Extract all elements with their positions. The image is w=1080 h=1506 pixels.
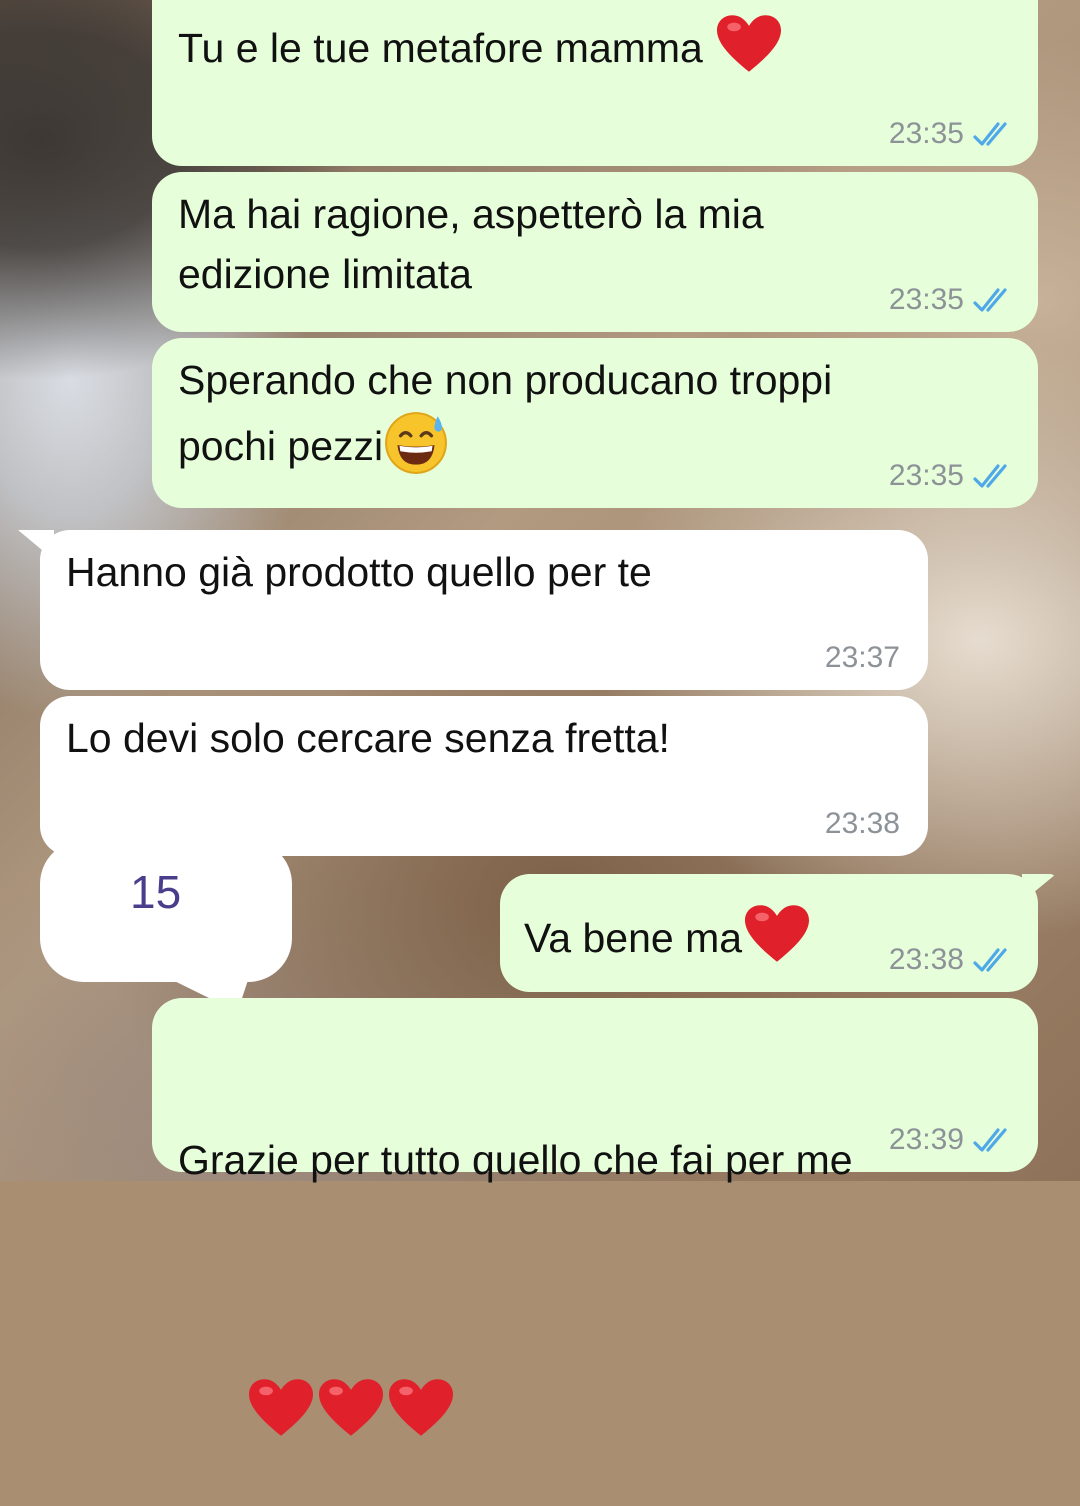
message-meta: 23:35	[889, 116, 1016, 152]
message-outgoing[interactable]: Ma hai ragione, aspetterò la mia edizion…	[152, 172, 1038, 332]
emoji-row	[178, 1316, 853, 1436]
timestamp: 23:35	[888, 117, 964, 150]
message-text: Hanno già prodotto quello per te	[66, 549, 652, 595]
red-heart-icon	[745, 905, 810, 962]
message-text: Grazie per tutto quello che fai per me	[178, 1137, 853, 1183]
timestamp: 23:38	[824, 807, 900, 840]
read-ticks-icon	[973, 464, 1007, 488]
message-text: Ma hai ragione, aspetterò la mia edizion…	[178, 191, 764, 297]
read-ticks-icon	[973, 288, 1007, 312]
read-ticks-icon	[973, 948, 1007, 972]
message-text: Lo devi solo cercare senza fretta!	[66, 715, 670, 761]
message-meta: 23:38	[889, 942, 1016, 978]
message-text: Sperando che non producano troppi pochi …	[178, 357, 833, 469]
red-heart-icon	[249, 1379, 314, 1436]
message-outgoing[interactable]: Sperando che non producano troppi pochi …	[152, 338, 1038, 508]
message-text: Va bene ma	[524, 915, 743, 961]
message-text: Tu e le tue metafore mamma	[178, 25, 703, 71]
message-incoming[interactable]: Hanno già prodotto quello per te 23:37	[18, 530, 928, 690]
red-heart-icon	[389, 1379, 454, 1436]
timestamp: 23:35	[888, 459, 964, 492]
timestamp: 23:39	[888, 1123, 964, 1156]
grinning-face-with-sweat-icon	[385, 412, 448, 474]
read-ticks-icon	[973, 122, 1007, 146]
message-meta: 23:35	[889, 458, 1016, 494]
message-outgoing[interactable]: Va bene ma 23:38	[500, 874, 1056, 992]
red-heart-icon	[319, 1379, 384, 1436]
message-incoming[interactable]: Lo devi solo cercare senza fretta! 23:38	[40, 696, 928, 856]
message-meta: 23:39	[889, 1122, 1016, 1158]
message-outgoing[interactable]: Tu e le tue metafore mamma 23:35	[152, 0, 1038, 166]
timestamp: 23:37	[824, 641, 900, 674]
message-meta: 23:38	[825, 806, 900, 842]
sticker-number: 15	[130, 866, 182, 918]
timestamp: 23:38	[888, 943, 964, 976]
message-meta: 23:37	[825, 640, 900, 676]
message-outgoing[interactable]: Grazie per tutto quello che fai per me 2…	[152, 998, 1038, 1436]
message-meta: 23:35	[889, 282, 1016, 318]
read-ticks-icon	[973, 1128, 1007, 1152]
timestamp: 23:35	[888, 283, 964, 316]
sticker-badge: 15	[40, 840, 292, 982]
red-heart-icon	[717, 15, 782, 72]
